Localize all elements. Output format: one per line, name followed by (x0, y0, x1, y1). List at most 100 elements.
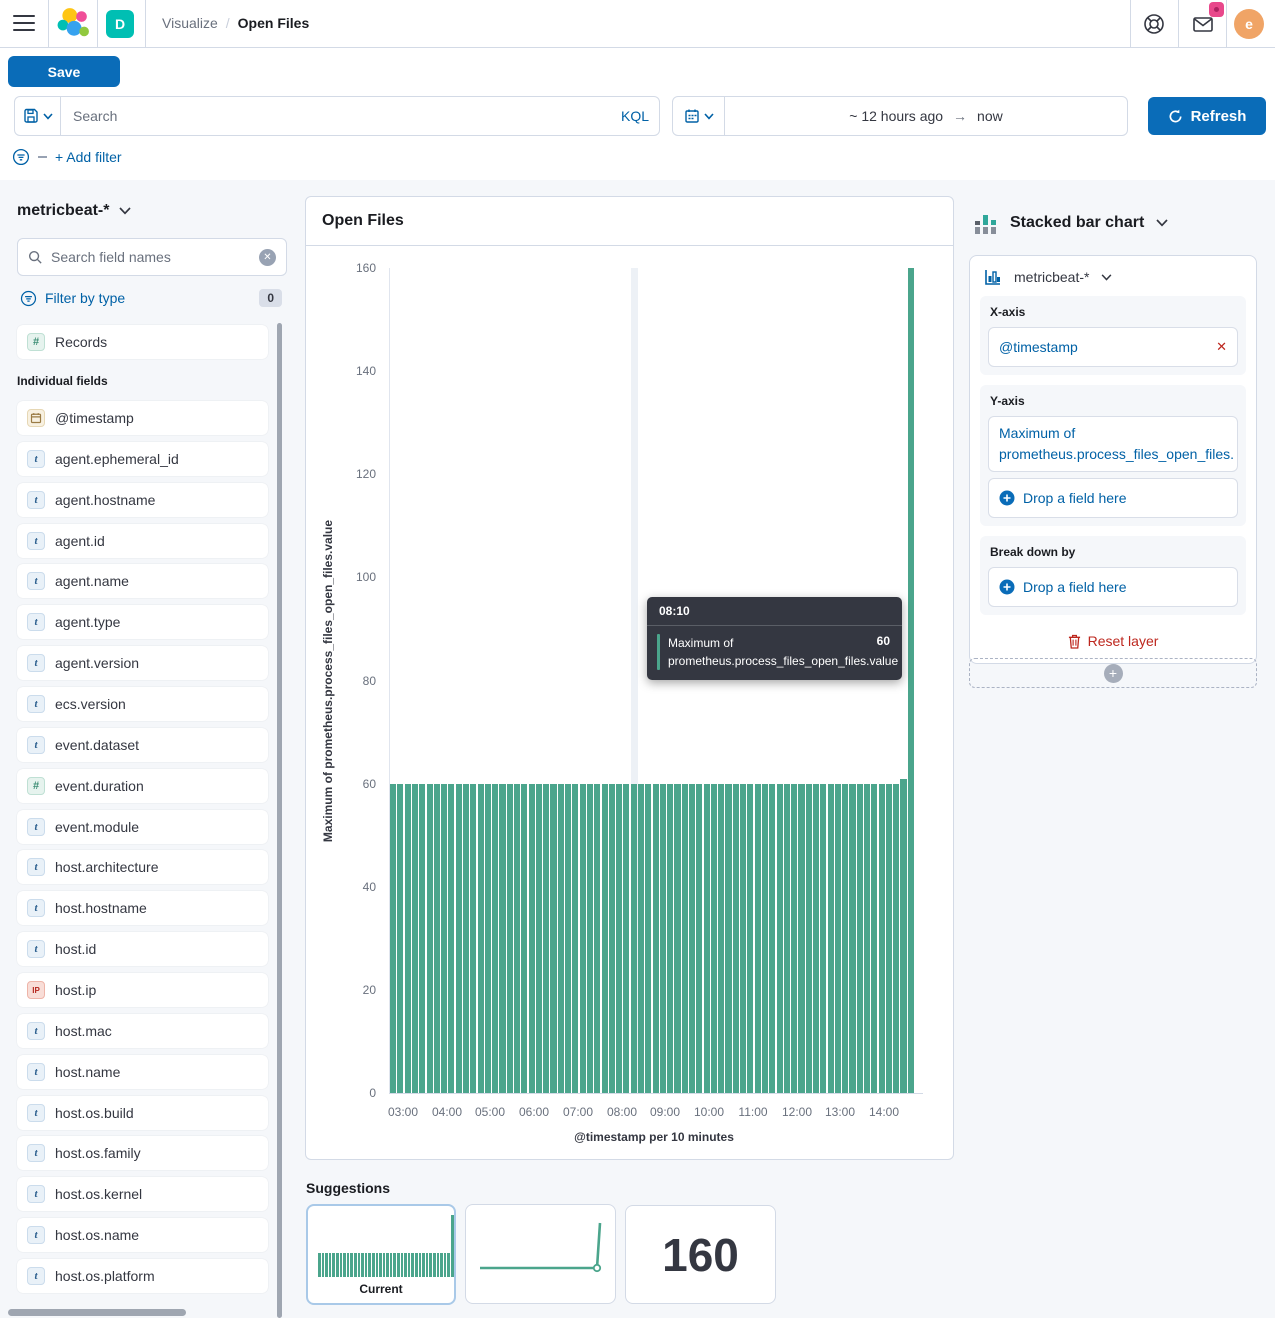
bar[interactable] (798, 784, 804, 1093)
bar[interactable] (470, 784, 476, 1093)
reset-layer-button[interactable]: Reset layer (980, 625, 1246, 653)
suggestion-line-chart[interactable] (465, 1204, 616, 1304)
field-item-host.name[interactable]: thost.name (17, 1055, 268, 1089)
add-filter-button[interactable]: + Add filter (55, 149, 122, 165)
bar[interactable] (755, 784, 761, 1093)
bar[interactable] (857, 784, 863, 1093)
bar[interactable] (718, 784, 724, 1093)
field-item-ecs.version[interactable]: tecs.version (17, 687, 268, 721)
bar[interactable] (791, 784, 797, 1093)
field-item-host.ip[interactable]: IPhost.ip (17, 973, 268, 1007)
bar[interactable] (886, 784, 892, 1093)
time-range-display[interactable]: ~ 12 hours ago → now (725, 97, 1127, 135)
field-search-input[interactable] (51, 249, 251, 265)
bar[interactable] (397, 784, 403, 1093)
bar[interactable] (806, 784, 812, 1093)
space-avatar[interactable]: D (106, 10, 134, 38)
add-layer-button[interactable]: + (969, 658, 1257, 688)
bar[interactable] (682, 784, 688, 1093)
field-item-host.hostname[interactable]: thost.hostname (17, 891, 268, 925)
field-item-agent.hostname[interactable]: tagent.hostname (17, 483, 268, 517)
records-field-item[interactable]: # Records (17, 325, 268, 359)
y-axis-dimension[interactable]: Maximum of prometheus.process_files_open… (988, 416, 1238, 472)
breadcrumb-visualize[interactable]: Visualize (162, 15, 218, 31)
bar[interactable] (842, 784, 848, 1093)
field-item-host.mac[interactable]: thost.mac (17, 1014, 268, 1048)
bar[interactable] (813, 784, 819, 1093)
remove-dimension-icon[interactable]: ✕ (1216, 339, 1227, 355)
elastic-logo-icon[interactable] (56, 7, 90, 41)
bar[interactable] (828, 784, 834, 1093)
field-item-agent.type[interactable]: tagent.type (17, 605, 268, 639)
field-item-agent.id[interactable]: tagent.id (17, 524, 268, 558)
help-icon[interactable] (1142, 12, 1166, 36)
bar[interactable] (689, 784, 695, 1093)
bar[interactable] (835, 784, 841, 1093)
bar[interactable] (448, 784, 454, 1093)
bar[interactable] (514, 784, 520, 1093)
bar[interactable] (478, 784, 484, 1093)
break-down-drop-target[interactable]: Drop a field here (988, 567, 1238, 607)
bar[interactable] (900, 779, 906, 1094)
bar[interactable] (550, 784, 556, 1093)
bar[interactable] (849, 784, 855, 1093)
bar[interactable] (521, 784, 527, 1093)
filter-icon[interactable] (12, 148, 30, 166)
time-range-from[interactable]: ~ 12 hours ago (849, 108, 943, 124)
bar[interactable] (543, 784, 549, 1093)
bar[interactable] (653, 784, 659, 1093)
field-item-event.module[interactable]: tevent.module (17, 810, 268, 844)
bar[interactable] (784, 784, 790, 1093)
bar[interactable] (594, 784, 600, 1093)
bar[interactable] (405, 784, 411, 1093)
time-range-to[interactable]: now (977, 108, 1003, 124)
bar[interactable] (879, 784, 885, 1093)
field-item-host.os.kernel[interactable]: thost.os.kernel (17, 1177, 268, 1211)
bar[interactable] (580, 784, 586, 1093)
menu-icon[interactable] (13, 15, 35, 32)
bar[interactable] (645, 784, 651, 1093)
save-button[interactable]: Save (8, 56, 120, 87)
field-item-@timestamp[interactable]: @timestamp (17, 401, 268, 435)
bar[interactable] (777, 784, 783, 1093)
bar[interactable] (499, 784, 505, 1093)
bar[interactable] (412, 784, 418, 1093)
field-item-host.os.name[interactable]: thost.os.name (17, 1218, 268, 1252)
x-axis-dimension[interactable]: @timestamp ✕ (988, 327, 1238, 367)
bar[interactable] (704, 784, 710, 1093)
bar[interactable] (602, 784, 608, 1093)
field-item-host.os.platform[interactable]: thost.os.platform (17, 1259, 268, 1293)
bar[interactable] (587, 784, 593, 1093)
bar[interactable] (667, 784, 673, 1093)
bar[interactable] (623, 784, 629, 1093)
bar[interactable] (536, 784, 542, 1093)
bar[interactable] (864, 784, 870, 1093)
bar[interactable] (572, 784, 578, 1093)
bar[interactable] (871, 784, 877, 1093)
field-item-host.os.build[interactable]: thost.os.build (17, 1096, 268, 1130)
filter-by-type-button[interactable]: Filter by type (45, 290, 125, 306)
search-query-input[interactable] (61, 97, 611, 135)
bar[interactable] (558, 784, 564, 1093)
bar[interactable] (419, 784, 425, 1093)
bar[interactable] (893, 784, 899, 1093)
bar[interactable] (529, 784, 535, 1093)
bar[interactable] (631, 784, 637, 1093)
y-axis-drop-target[interactable]: Drop a field here (988, 478, 1238, 518)
bar[interactable] (762, 784, 768, 1093)
bar[interactable] (740, 784, 746, 1093)
saved-query-menu-button[interactable] (15, 97, 61, 135)
bar[interactable] (696, 784, 702, 1093)
field-item-agent.ephemeral_id[interactable]: tagent.ephemeral_id (17, 442, 268, 476)
field-item-agent.name[interactable]: tagent.name (17, 564, 268, 598)
suggestion-current[interactable]: Current (306, 1204, 456, 1305)
field-item-event.dataset[interactable]: tevent.dataset (17, 728, 268, 762)
bar[interactable] (711, 784, 717, 1093)
time-quick-select-button[interactable] (673, 97, 725, 135)
bar[interactable] (725, 784, 731, 1093)
field-item-event.duration[interactable]: #event.duration (17, 769, 268, 803)
layer-index-pattern-switcher[interactable]: metricbeat-* (980, 266, 1246, 296)
field-item-agent.version[interactable]: tagent.version (17, 646, 268, 680)
bar[interactable] (507, 784, 513, 1093)
bar[interactable] (390, 784, 396, 1093)
